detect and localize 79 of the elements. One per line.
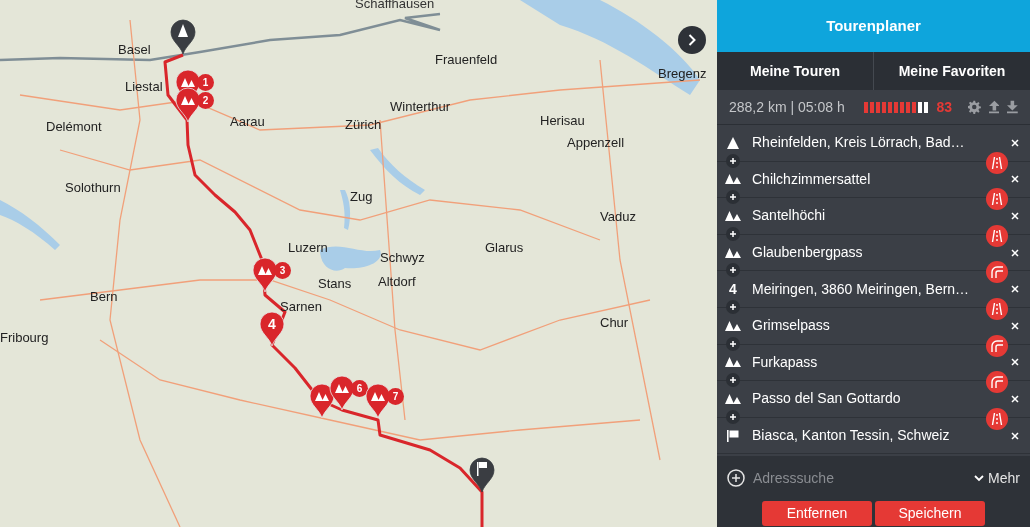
place-label: Sarnen bbox=[280, 298, 322, 316]
plus-icon bbox=[729, 302, 737, 311]
remove-button[interactable]: Entfernen bbox=[762, 501, 872, 527]
place-label: Basel bbox=[118, 41, 151, 59]
insert-waypoint-button[interactable] bbox=[726, 153, 740, 168]
insert-waypoint-button[interactable] bbox=[726, 336, 740, 351]
lake bbox=[0, 200, 60, 250]
place-label: Zürich bbox=[345, 116, 382, 134]
tour-stats: 288,2 km | 05:08 h bbox=[729, 97, 846, 117]
panel-tab[interactable]: Meine Touren bbox=[717, 52, 873, 90]
marker-number: 4 bbox=[268, 316, 276, 332]
waypoint-label[interactable]: Meiringen, 3860 Meiringen, Bern… bbox=[752, 278, 970, 300]
chevron-down-icon bbox=[974, 474, 985, 482]
more-button[interactable]: Mehr bbox=[974, 467, 1020, 489]
waypoint-label[interactable]: Glaubenbergpass bbox=[752, 242, 863, 264]
place-label: Chur bbox=[600, 314, 629, 332]
plus-icon bbox=[729, 193, 737, 202]
mountain-icon bbox=[725, 211, 741, 221]
rating-score: 83 bbox=[936, 97, 952, 117]
place-label: Frauenfeld bbox=[435, 51, 498, 69]
marker-badge: 2 bbox=[197, 92, 214, 109]
download-icon[interactable] bbox=[1007, 100, 1018, 114]
flag-icon bbox=[727, 429, 739, 442]
waypoint-label[interactable]: Biasca, Kanton Tessin, Schweiz bbox=[752, 425, 950, 447]
insert-waypoint-button[interactable] bbox=[726, 226, 740, 241]
waypoint-label[interactable]: Chilchzimmersattel bbox=[752, 168, 871, 190]
waypoint-label[interactable]: Santelhöchi bbox=[752, 205, 826, 227]
insert-waypoint-button[interactable] bbox=[726, 373, 740, 388]
lake bbox=[340, 190, 351, 230]
waypoint-number: 4 bbox=[729, 279, 737, 299]
lake bbox=[370, 148, 425, 195]
place-label: Appenzell bbox=[567, 134, 625, 152]
settings-icon[interactable] bbox=[967, 100, 981, 114]
place-label: Aarau bbox=[230, 113, 265, 131]
place-label: Solothurn bbox=[65, 179, 121, 197]
mountain-icon bbox=[725, 174, 741, 185]
insert-waypoint-button[interactable] bbox=[726, 190, 740, 205]
waypoint-label[interactable]: Furkapass bbox=[752, 351, 818, 373]
plus-icon bbox=[729, 156, 737, 165]
place-label: Fribourg bbox=[0, 329, 49, 347]
chevron-right-icon bbox=[688, 34, 696, 46]
mountain-icon bbox=[725, 393, 741, 404]
plus-icon bbox=[729, 339, 737, 348]
plus-icon bbox=[729, 412, 737, 421]
add-circle-icon[interactable] bbox=[727, 469, 745, 488]
address-search-field[interactable]: Adresssuche bbox=[753, 467, 967, 489]
marker-badge: 1 bbox=[197, 74, 214, 91]
waypoint-label[interactable]: Rheinfelden, Kreis Lörrach, Bad… bbox=[752, 132, 965, 154]
insert-waypoint-button[interactable] bbox=[726, 409, 740, 424]
place-label: Schwyz bbox=[380, 249, 425, 267]
place-label: Winterthur bbox=[390, 98, 450, 116]
insert-waypoint-button[interactable] bbox=[726, 299, 740, 314]
mountain-icon bbox=[725, 247, 741, 258]
mountain-icon bbox=[725, 357, 741, 368]
panel-title: Tourenplaner bbox=[717, 0, 1030, 52]
plus-icon bbox=[729, 229, 737, 238]
plus-icon bbox=[729, 376, 737, 385]
start-arrow-icon bbox=[727, 136, 739, 149]
marker-badge: 7 bbox=[387, 388, 404, 405]
place-label: Bern bbox=[90, 288, 118, 306]
place-label: Bregenz bbox=[658, 65, 707, 83]
place-label: Glarus bbox=[485, 239, 524, 257]
mountain-icon bbox=[725, 320, 741, 331]
save-button[interactable]: Speichern bbox=[875, 501, 985, 527]
marker-badge: 3 bbox=[274, 262, 291, 279]
place-label: Delémont bbox=[46, 118, 102, 136]
place-label: Liestal bbox=[125, 78, 163, 96]
waypoint-label[interactable]: Grimselpass bbox=[752, 315, 830, 337]
upload-icon[interactable] bbox=[988, 100, 1000, 114]
waypoint-label[interactable]: Passo del San Gottardo bbox=[752, 388, 901, 410]
place-label: Stans bbox=[318, 275, 352, 293]
place-label: Zug bbox=[350, 188, 373, 206]
place-label: Altdorf bbox=[378, 273, 416, 291]
plus-icon bbox=[729, 266, 737, 275]
place-label: Luzern bbox=[288, 239, 328, 257]
expand-panel-button[interactable] bbox=[678, 26, 706, 54]
place-label: Herisau bbox=[540, 112, 585, 130]
place-label: Vaduz bbox=[600, 208, 636, 226]
insert-waypoint-button[interactable] bbox=[726, 263, 740, 278]
